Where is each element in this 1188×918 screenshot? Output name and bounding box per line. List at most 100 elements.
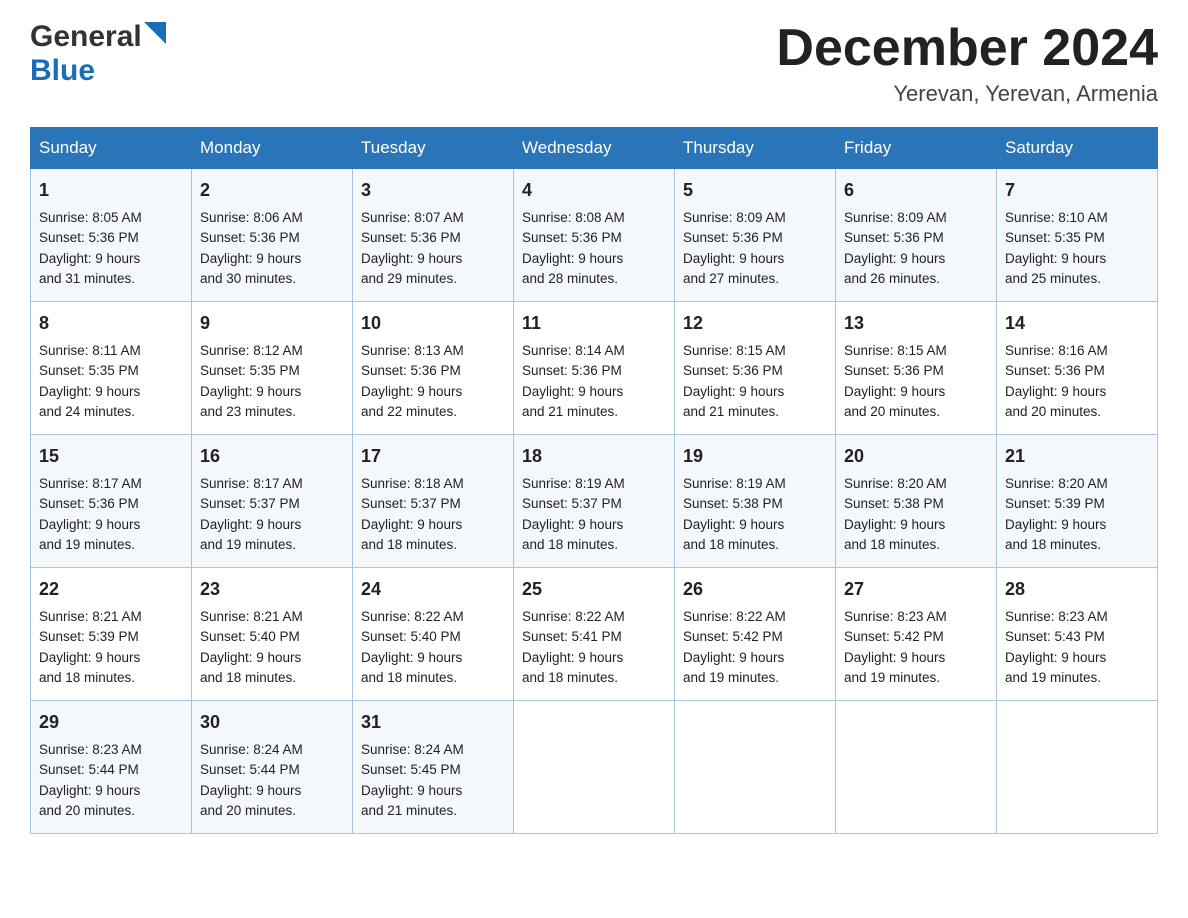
sunset-label: Sunset: 5:43 PM [1005,629,1105,644]
header-tuesday: Tuesday [353,128,514,169]
calendar-cell: 30 Sunrise: 8:24 AM Sunset: 5:44 PM Dayl… [192,701,353,834]
daylight-label: Daylight: 9 hours [844,251,945,266]
calendar-cell: 11 Sunrise: 8:14 AM Sunset: 5:36 PM Dayl… [514,302,675,435]
daylight-continued: and 18 minutes. [522,537,618,552]
day-number: 27 [844,576,988,603]
sunset-label: Sunset: 5:44 PM [200,762,300,777]
sunrise-label: Sunrise: 8:23 AM [39,742,142,757]
sunrise-label: Sunrise: 8:06 AM [200,210,303,225]
sunrise-label: Sunrise: 8:09 AM [844,210,947,225]
calendar-cell: 4 Sunrise: 8:08 AM Sunset: 5:36 PM Dayli… [514,169,675,302]
daylight-continued: and 18 minutes. [844,537,940,552]
sunset-label: Sunset: 5:36 PM [1005,363,1105,378]
calendar-cell: 5 Sunrise: 8:09 AM Sunset: 5:36 PM Dayli… [675,169,836,302]
daylight-label: Daylight: 9 hours [361,384,462,399]
daylight-continued: and 19 minutes. [39,537,135,552]
day-number: 14 [1005,310,1149,337]
daylight-continued: and 31 minutes. [39,271,135,286]
calendar-cell: 29 Sunrise: 8:23 AM Sunset: 5:44 PM Dayl… [31,701,192,834]
daylight-continued: and 18 minutes. [683,537,779,552]
daylight-continued: and 20 minutes. [1005,404,1101,419]
calendar-cell: 12 Sunrise: 8:15 AM Sunset: 5:36 PM Dayl… [675,302,836,435]
calendar-cell: 17 Sunrise: 8:18 AM Sunset: 5:37 PM Dayl… [353,435,514,568]
daylight-label: Daylight: 9 hours [522,517,623,532]
sunrise-label: Sunrise: 8:07 AM [361,210,464,225]
sunset-label: Sunset: 5:36 PM [683,363,783,378]
header-thursday: Thursday [675,128,836,169]
day-number: 8 [39,310,183,337]
calendar-cell: 10 Sunrise: 8:13 AM Sunset: 5:36 PM Dayl… [353,302,514,435]
daylight-label: Daylight: 9 hours [683,650,784,665]
logo-blue-text: Blue [30,54,95,88]
sunset-label: Sunset: 5:36 PM [844,230,944,245]
daylight-continued: and 19 minutes. [1005,670,1101,685]
calendar-cell: 25 Sunrise: 8:22 AM Sunset: 5:41 PM Dayl… [514,568,675,701]
sunset-label: Sunset: 5:36 PM [39,496,139,511]
daylight-continued: and 18 minutes. [1005,537,1101,552]
sunrise-label: Sunrise: 8:22 AM [522,609,625,624]
sunset-label: Sunset: 5:36 PM [39,230,139,245]
daylight-continued: and 18 minutes. [39,670,135,685]
sunrise-label: Sunrise: 8:20 AM [1005,476,1108,491]
daylight-label: Daylight: 9 hours [683,251,784,266]
day-number: 10 [361,310,505,337]
daylight-continued: and 20 minutes. [844,404,940,419]
calendar-cell: 26 Sunrise: 8:22 AM Sunset: 5:42 PM Dayl… [675,568,836,701]
sunrise-label: Sunrise: 8:18 AM [361,476,464,491]
calendar-week-row: 29 Sunrise: 8:23 AM Sunset: 5:44 PM Dayl… [31,701,1158,834]
header-monday: Monday [192,128,353,169]
day-number: 15 [39,443,183,470]
sunset-label: Sunset: 5:44 PM [39,762,139,777]
daylight-continued: and 23 minutes. [200,404,296,419]
day-number: 13 [844,310,988,337]
sunrise-label: Sunrise: 8:23 AM [844,609,947,624]
logo: General Blue [30,20,166,88]
day-number: 24 [361,576,505,603]
daylight-continued: and 18 minutes. [361,537,457,552]
sunset-label: Sunset: 5:36 PM [361,230,461,245]
day-number: 6 [844,177,988,204]
calendar-cell: 24 Sunrise: 8:22 AM Sunset: 5:40 PM Dayl… [353,568,514,701]
calendar-cell: 27 Sunrise: 8:23 AM Sunset: 5:42 PM Dayl… [836,568,997,701]
header-wednesday: Wednesday [514,128,675,169]
daylight-continued: and 20 minutes. [39,803,135,818]
calendar-cell: 1 Sunrise: 8:05 AM Sunset: 5:36 PM Dayli… [31,169,192,302]
calendar-cell: 15 Sunrise: 8:17 AM Sunset: 5:36 PM Dayl… [31,435,192,568]
calendar-cell: 23 Sunrise: 8:21 AM Sunset: 5:40 PM Dayl… [192,568,353,701]
sunset-label: Sunset: 5:40 PM [200,629,300,644]
sunset-label: Sunset: 5:42 PM [844,629,944,644]
daylight-label: Daylight: 9 hours [844,517,945,532]
sunset-label: Sunset: 5:35 PM [39,363,139,378]
sunset-label: Sunset: 5:38 PM [683,496,783,511]
sunrise-label: Sunrise: 8:11 AM [39,343,141,358]
month-year-title: December 2024 [776,20,1158,77]
day-number: 23 [200,576,344,603]
header-sunday: Sunday [31,128,192,169]
sunset-label: Sunset: 5:40 PM [361,629,461,644]
day-number: 30 [200,709,344,736]
daylight-continued: and 25 minutes. [1005,271,1101,286]
sunset-label: Sunset: 5:37 PM [522,496,622,511]
daylight-continued: and 26 minutes. [844,271,940,286]
sunset-label: Sunset: 5:36 PM [844,363,944,378]
sunrise-label: Sunrise: 8:22 AM [683,609,786,624]
daylight-label: Daylight: 9 hours [39,783,140,798]
sunrise-label: Sunrise: 8:17 AM [39,476,142,491]
day-number: 26 [683,576,827,603]
daylight-continued: and 21 minutes. [522,404,618,419]
calendar-table: SundayMondayTuesdayWednesdayThursdayFrid… [30,127,1158,834]
daylight-continued: and 27 minutes. [683,271,779,286]
sunset-label: Sunset: 5:37 PM [200,496,300,511]
day-number: 3 [361,177,505,204]
day-number: 12 [683,310,827,337]
daylight-label: Daylight: 9 hours [1005,517,1106,532]
logo-general-text: General [30,20,142,54]
sunrise-label: Sunrise: 8:05 AM [39,210,142,225]
daylight-continued: and 19 minutes. [844,670,940,685]
daylight-label: Daylight: 9 hours [522,384,623,399]
calendar-cell: 13 Sunrise: 8:15 AM Sunset: 5:36 PM Dayl… [836,302,997,435]
daylight-label: Daylight: 9 hours [683,517,784,532]
sunset-label: Sunset: 5:41 PM [522,629,622,644]
sunset-label: Sunset: 5:36 PM [361,363,461,378]
sunrise-label: Sunrise: 8:15 AM [844,343,947,358]
